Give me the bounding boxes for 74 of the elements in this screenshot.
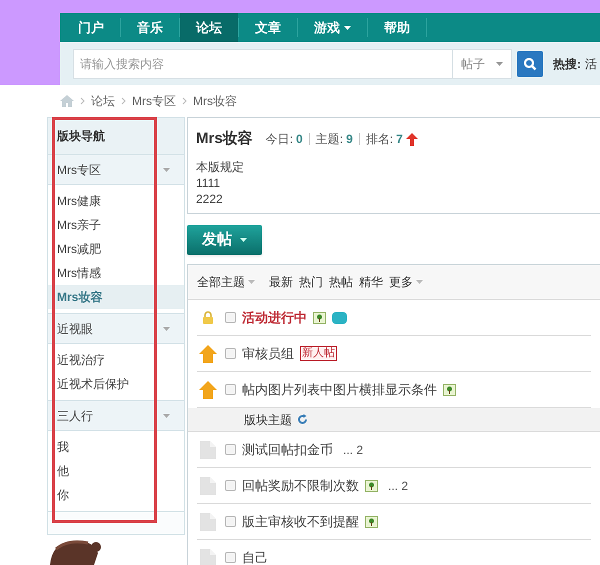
thread-title-link[interactable]: 帖内图片列表中图片横排显示条件	[242, 380, 437, 400]
stat-label: 今日:	[266, 131, 294, 148]
stat-value: 9	[346, 131, 353, 148]
search-field[interactable]: 请输入搜索内容	[73, 48, 453, 78]
nav-tab[interactable]: 论坛	[180, 13, 238, 42]
new-user-tag: 新人帖	[300, 346, 337, 361]
checkbox[interactable]	[225, 444, 236, 455]
rules-text: 1111	[196, 174, 222, 190]
sidebar-item[interactable]: 他	[48, 459, 184, 483]
stat-value: 0	[296, 131, 303, 148]
hot-search-link[interactable]: 活	[585, 54, 597, 72]
rules-text: 本版规定	[196, 158, 245, 174]
thread-title-link[interactable]: 测试回帖扣金币	[242, 440, 333, 460]
page-link[interactable]: ... 2	[388, 476, 408, 494]
search-button[interactable]	[517, 50, 543, 76]
sidebar-item[interactable]: 近视术后保护	[48, 372, 184, 396]
nav-tab[interactable]: 文章	[239, 13, 297, 42]
new-post-button[interactable]: 发帖	[187, 225, 262, 255]
search-icon	[523, 56, 537, 70]
chevron-icon	[182, 97, 187, 105]
sidebar-item[interactable]: Mrs健康	[48, 189, 184, 213]
nav-tab[interactable]: 音乐	[121, 13, 179, 42]
chevron-icon	[121, 97, 126, 105]
thread-title-link[interactable]: 自己	[242, 548, 268, 565]
thread-title-link[interactable]: 版主审核收不到提醒	[242, 512, 359, 532]
breadcrumb-link[interactable]: 论坛	[91, 92, 115, 110]
sidebar-item[interactable]: Mrs妆容	[48, 285, 184, 309]
checkbox[interactable]	[225, 552, 236, 563]
chevron-icon	[80, 97, 85, 105]
thread-title-link[interactable]: 回帖奖励不限制次数	[242, 476, 359, 496]
caret-icon	[163, 414, 170, 418]
nav-tab[interactable]: 门户	[62, 13, 120, 42]
sidebar-item[interactable]: 近视治疗	[48, 348, 184, 372]
stat-value: 7	[396, 131, 403, 148]
thread-title-link[interactable]: 审核员组	[242, 344, 294, 364]
checkbox[interactable]	[225, 348, 236, 359]
caret-icon	[496, 62, 503, 66]
filter-link[interactable]: 最新	[269, 273, 293, 291]
scope-dropdown[interactable]: 帖子	[453, 48, 512, 78]
checkbox[interactable]	[225, 516, 236, 527]
caret-icon	[163, 326, 170, 330]
refresh-icon[interactable]	[297, 414, 308, 425]
page-link[interactable]: ... 2	[343, 440, 364, 458]
section-heading: 版块主题	[244, 412, 292, 428]
stat-label: 排名:	[366, 131, 394, 148]
checkbox[interactable]	[225, 384, 236, 395]
sidebar-item[interactable]: Mrs亲子	[48, 213, 184, 237]
nav-tab[interactable]: 游戏	[298, 13, 367, 42]
filter-link[interactable]: 更多	[389, 273, 423, 291]
nav-tab[interactable]: 帮助	[368, 13, 426, 42]
sidebar-item[interactable]: Mrs情感	[48, 261, 184, 285]
caret-icon	[163, 168, 170, 172]
sidebar-title: 版块导航	[48, 118, 184, 155]
filter-link[interactable]: 热帖	[329, 273, 353, 291]
rules-text: 2222	[196, 190, 224, 206]
filter-link[interactable]: 热门	[299, 273, 323, 291]
sidebar-item[interactable]: 你	[48, 483, 184, 507]
hot-search-label: 热搜:	[553, 56, 581, 72]
sidebar-item[interactable]: Mrs减肥	[48, 237, 184, 261]
thread-title-link[interactable]: 活动进行中	[242, 308, 307, 328]
stat-label: 主题:	[316, 131, 344, 148]
caret-icon	[240, 238, 247, 242]
filter-link[interactable]: 精华	[359, 273, 383, 291]
filter-link[interactable]: 全部主题	[197, 273, 255, 291]
breadcrumb-link[interactable]: Mrs专区	[132, 92, 176, 110]
sidebar-group-header[interactable]: Mrs专区	[48, 155, 184, 185]
sidebar-group-header[interactable]: 近视眼	[48, 314, 184, 344]
home-icon[interactable]	[60, 95, 74, 107]
sidebar-group-header[interactable]: 三人行	[48, 401, 184, 431]
breadcrumb-link[interactable]: Mrs妆容	[193, 92, 237, 110]
checkbox[interactable]	[225, 312, 236, 323]
sidebar-item[interactable]: 我	[48, 435, 184, 459]
forum-title: Mrs妆容	[196, 129, 253, 149]
checkbox[interactable]	[225, 480, 236, 491]
